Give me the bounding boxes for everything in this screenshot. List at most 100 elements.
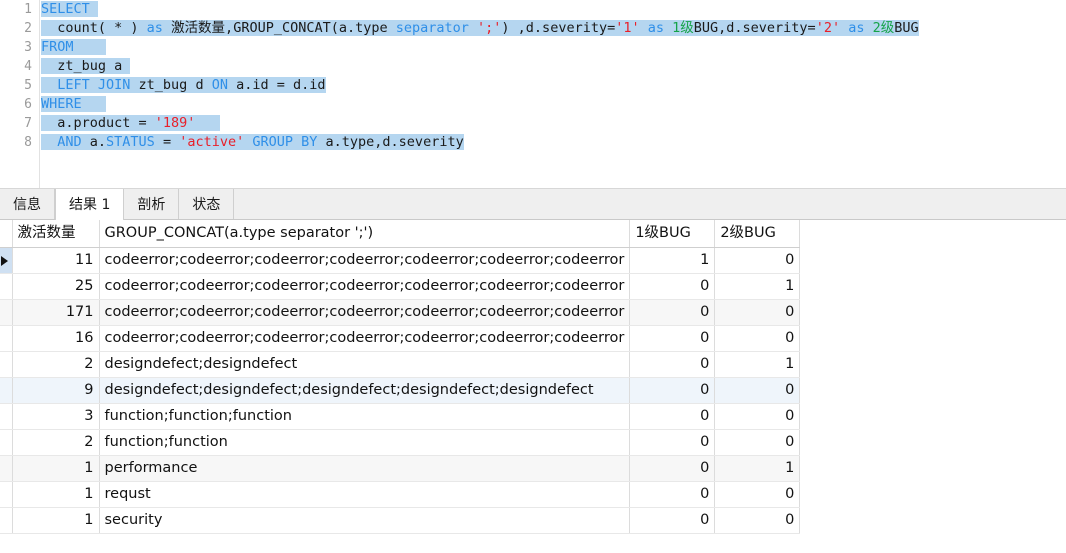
cell-concat[interactable]: function;function <box>99 429 631 456</box>
code-line-6[interactable]: WHERE <box>41 95 1066 114</box>
code-line-8[interactable]: AND a.STATUS = 'active' GROUP BY a.type,… <box>41 133 1066 152</box>
cell-count[interactable]: 3 <box>12 403 100 430</box>
cell-bug2[interactable]: 1 <box>714 455 801 482</box>
cell-concat[interactable]: performance <box>99 455 631 482</box>
table-row[interactable]: 16 codeerror;codeerror;codeerror;codeerr… <box>0 325 801 352</box>
cell-concat[interactable]: security <box>99 507 631 534</box>
row-marker-cell[interactable] <box>0 481 13 508</box>
cell-count[interactable]: 171 <box>12 299 100 326</box>
cell-bug2[interactable]: 0 <box>714 247 801 274</box>
row-marker-cell[interactable] <box>0 429 13 456</box>
cell-bug1[interactable]: 0 <box>629 377 716 404</box>
cell-bug2[interactable]: 0 <box>714 507 801 534</box>
tab-info[interactable]: 信息 <box>0 189 55 219</box>
cell-count[interactable]: 1 <box>12 507 100 534</box>
result-tab-bar[interactable]: 信息 结果 1 剖析 状态 <box>0 189 1066 220</box>
line-number: 3 <box>24 40 32 55</box>
sql-token: a.product = <box>41 115 155 131</box>
cell-concat[interactable]: codeerror;codeerror;codeerror;codeerror;… <box>99 299 631 326</box>
table-row[interactable]: 171 codeerror;codeerror;codeerror;codeer… <box>0 299 801 326</box>
cell-bug1[interactable]: 0 <box>629 351 716 378</box>
cell-count[interactable]: 11 <box>12 247 100 274</box>
sql-token-string: ';' <box>477 20 502 36</box>
cell-bug2[interactable]: 0 <box>714 299 801 326</box>
sql-token: STATUS <box>106 134 163 150</box>
sql-code-area[interactable]: SELECT count( * ) as 激活数量,GROUP_CONCAT(a… <box>41 0 1066 188</box>
cell-bug2[interactable]: 0 <box>714 403 801 430</box>
cell-bug2[interactable]: 0 <box>714 377 801 404</box>
row-marker-cell[interactable] <box>0 377 13 404</box>
cell-bug2[interactable]: 1 <box>714 273 801 300</box>
result-table-body: 11 codeerror;codeerror;codeerror;codeerr… <box>0 247 801 534</box>
table-row[interactable]: 1 performance 0 1 <box>0 455 801 482</box>
cell-count[interactable]: 2 <box>12 429 100 456</box>
sql-token: 激活数量,GROUP_CONCAT(a.type <box>171 20 396 36</box>
result-table[interactable]: 激活数量 GROUP_CONCAT(a.type separator ';') … <box>0 220 801 534</box>
cell-bug1[interactable]: 0 <box>629 403 716 430</box>
table-row[interactable]: 2 function;function 0 0 <box>0 429 801 456</box>
code-line-2[interactable]: count( * ) as 激活数量,GROUP_CONCAT(a.type s… <box>41 19 1066 38</box>
cell-count[interactable]: 25 <box>12 273 100 300</box>
row-marker-cell[interactable] <box>0 351 13 378</box>
cell-bug2[interactable]: 0 <box>714 481 801 508</box>
cell-bug1[interactable]: 0 <box>629 481 716 508</box>
code-line-1[interactable]: SELECT <box>41 0 1066 19</box>
tab-bar-filler <box>234 189 1066 219</box>
tab-status[interactable]: 状态 <box>179 189 235 219</box>
cell-bug1[interactable]: 1 <box>629 247 716 274</box>
cell-count[interactable]: 9 <box>12 377 100 404</box>
cell-concat[interactable]: codeerror;codeerror;codeerror;codeerror;… <box>99 325 631 352</box>
table-row[interactable]: 11 codeerror;codeerror;codeerror;codeerr… <box>0 247 801 274</box>
cell-count[interactable]: 16 <box>12 325 100 352</box>
cell-bug2[interactable]: 0 <box>714 429 801 456</box>
table-row[interactable]: 9 designdefect;designdefect;designdefect… <box>0 377 801 404</box>
line-number: 7 <box>24 116 32 131</box>
row-marker-cell[interactable] <box>0 273 13 300</box>
row-marker-cell[interactable] <box>0 247 13 274</box>
sql-token: AND <box>41 134 90 150</box>
cell-bug1[interactable]: 0 <box>629 273 716 300</box>
cell-bug2[interactable]: 1 <box>714 351 801 378</box>
code-line-3[interactable]: FROM <box>41 38 1066 57</box>
column-header-concat[interactable]: GROUP_CONCAT(a.type separator ';') <box>99 220 631 248</box>
row-marker-cell[interactable] <box>0 299 13 326</box>
sql-editor[interactable]: 1 2 3 4 5 6 7 8 SELECT count( * ) as 激活数… <box>0 0 1066 188</box>
code-line-4[interactable]: zt_bug a <box>41 57 1066 76</box>
sql-token: BUG <box>894 20 919 36</box>
row-marker-cell[interactable] <box>0 507 13 534</box>
cell-bug1[interactable]: 0 <box>629 507 716 534</box>
cell-count[interactable]: 1 <box>12 481 100 508</box>
column-header-bug2[interactable]: 2级BUG <box>714 220 801 248</box>
cell-bug1[interactable]: 0 <box>629 325 716 352</box>
cell-concat[interactable]: designdefect;designdefect;designdefect;d… <box>99 377 631 404</box>
table-row[interactable]: 25 codeerror;codeerror;codeerror;codeerr… <box>0 273 801 300</box>
sql-token-string: 'active' <box>179 134 253 150</box>
tab-profile[interactable]: 剖析 <box>124 189 180 219</box>
column-header-bug1[interactable]: 1级BUG <box>629 220 716 248</box>
table-row[interactable]: 3 function;function;function 0 0 <box>0 403 801 430</box>
table-row[interactable]: 2 designdefect;designdefect 0 1 <box>0 351 801 378</box>
cell-count[interactable]: 1 <box>12 455 100 482</box>
result-grid[interactable]: 激活数量 GROUP_CONCAT(a.type separator ';') … <box>0 220 1066 543</box>
sql-token: as <box>146 20 172 36</box>
row-marker-cell[interactable] <box>0 455 13 482</box>
cell-concat[interactable]: designdefect;designdefect <box>99 351 631 378</box>
cell-concat[interactable]: codeerror;codeerror;codeerror;codeerror;… <box>99 273 631 300</box>
row-marker-cell[interactable] <box>0 325 13 352</box>
cell-concat[interactable]: codeerror;codeerror;codeerror;codeerror;… <box>99 247 631 274</box>
cell-bug1[interactable]: 0 <box>629 455 716 482</box>
cell-bug2[interactable]: 0 <box>714 325 801 352</box>
code-line-5[interactable]: LEFT JOIN zt_bug d ON a.id = d.id <box>41 76 1066 95</box>
sql-token: ) ,d.severity= <box>501 20 616 36</box>
code-line-7[interactable]: a.product = '189' <box>41 114 1066 133</box>
tab-result-1[interactable]: 结果 1 <box>55 189 125 220</box>
table-row[interactable]: 1 security 0 0 <box>0 507 801 534</box>
cell-concat[interactable]: requst <box>99 481 631 508</box>
row-marker-cell[interactable] <box>0 403 13 430</box>
column-header-count[interactable]: 激活数量 <box>12 220 100 248</box>
cell-bug1[interactable]: 0 <box>629 299 716 326</box>
table-row[interactable]: 1 requst 0 0 <box>0 481 801 508</box>
cell-bug1[interactable]: 0 <box>629 429 716 456</box>
cell-concat[interactable]: function;function;function <box>99 403 631 430</box>
cell-count[interactable]: 2 <box>12 351 100 378</box>
